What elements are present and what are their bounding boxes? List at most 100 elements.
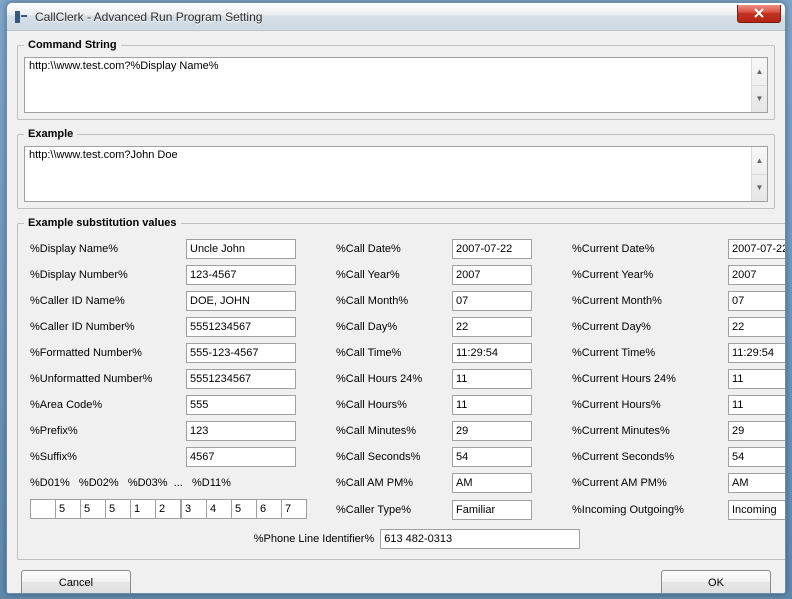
value-call-year[interactable] [452,265,532,285]
d-cells-row [30,499,296,521]
spin-up-icon[interactable]: ▲ [752,58,767,85]
label-current-day: %Current Day% [572,321,722,333]
value-display-name[interactable] [186,239,296,259]
label-display-name: %Display Name% [30,243,180,255]
group-command-string: Command String http:\\www.test.com?%Disp… [17,39,775,120]
ok-button[interactable]: OK [661,570,771,594]
value-call-date[interactable] [452,239,532,259]
value-current-min[interactable] [728,421,786,441]
value-formatted-number[interactable] [186,343,296,363]
value-current-year[interactable] [728,265,786,285]
example-wrap: http:\\www.test.com?John Doe ▲ ▼ [24,146,768,202]
spin-down-icon[interactable]: ▼ [752,174,767,202]
group-example-legend: Example [24,128,77,140]
label-call-year: %Call Year% [336,269,446,281]
substitution-grid: %Display Name% %Call Date% %Current Date… [30,239,786,521]
label-unformatted-number: %Unformatted Number% [30,373,180,385]
value-prefix[interactable] [186,421,296,441]
label-current-sec: %Current Seconds% [572,451,722,463]
value-caller-id-number[interactable] [186,317,296,337]
group-example: Example http:\\www.test.com?John Doe ▲ ▼ [17,128,775,209]
label-formatted-number: %Formatted Number% [30,347,180,359]
spin-up-icon[interactable]: ▲ [752,147,767,174]
label-call-ampm: %Call AM PM% [336,477,446,489]
d08-cell[interactable] [206,499,232,519]
close-button[interactable] [737,5,781,23]
d06-cell[interactable] [155,499,181,519]
value-suffix[interactable] [186,447,296,467]
label-current-month: %Current Month% [572,295,722,307]
value-current-ampm[interactable] [728,473,786,493]
label-current-time: %Current Time% [572,347,722,359]
label-caller-type: %Caller Type% [336,504,446,516]
value-current-time[interactable] [728,343,786,363]
app-icon [13,9,29,25]
phone-line-row: %Phone Line Identifier% [24,529,786,549]
d11-cell[interactable] [281,499,307,519]
label-current-h24: %Current Hours 24% [572,373,722,385]
label-current-date: %Current Date% [572,243,722,255]
value-phone-line[interactable] [380,529,580,549]
d04-cell[interactable] [105,499,131,519]
example-output: http:\\www.test.com?John Doe [25,147,751,201]
label-current-min: %Current Minutes% [572,425,722,437]
label-caller-id-name: %Caller ID Name% [30,295,180,307]
d05-cell[interactable] [130,499,156,519]
example-spin[interactable]: ▲ ▼ [751,147,767,201]
label-call-min: %Call Minutes% [336,425,446,437]
command-string-input[interactable]: http:\\www.test.com?%Display Name% [25,58,751,112]
value-caller-id-name[interactable] [186,291,296,311]
label-call-date: %Call Date% [336,243,446,255]
value-caller-type[interactable] [452,500,532,520]
label-call-h24: %Call Hours 24% [336,373,446,385]
value-current-month[interactable] [728,291,786,311]
label-display-number: %Display Number% [30,269,180,281]
value-current-date[interactable] [728,239,786,259]
label-d-header: %D01% %D02% %D03% ... %D11% [30,477,296,489]
d01-cell[interactable] [30,499,56,519]
label-call-hours: %Call Hours% [336,399,446,411]
value-call-month[interactable] [452,291,532,311]
label-call-day: %Call Day% [336,321,446,333]
label-call-sec: %Call Seconds% [336,451,446,463]
titlebar[interactable]: CallClerk - Advanced Run Program Setting [7,3,785,31]
group-subs-legend: Example substitution values [24,217,181,229]
value-current-day[interactable] [728,317,786,337]
label-current-year: %Current Year% [572,269,722,281]
dialog-window: CallClerk - Advanced Run Program Setting… [6,2,786,594]
client-area: Command String http:\\www.test.com?%Disp… [7,31,785,593]
label-phone-line: %Phone Line Identifier% [254,533,374,545]
label-suffix: %Suffix% [30,451,180,463]
label-area-code: %Area Code% [30,399,180,411]
spin-down-icon[interactable]: ▼ [752,85,767,113]
d07-cell[interactable] [181,499,207,519]
value-call-h24[interactable] [452,369,532,389]
value-unformatted-number[interactable] [186,369,296,389]
command-spin[interactable]: ▲ ▼ [751,58,767,112]
d09-cell[interactable] [231,499,257,519]
value-call-hours[interactable] [452,395,532,415]
value-current-hours[interactable] [728,395,786,415]
group-command-legend: Command String [24,39,121,51]
value-area-code[interactable] [186,395,296,415]
label-caller-id-number: %Caller ID Number% [30,321,180,333]
label-incoming-outgoing: %Incoming Outgoing% [572,504,722,516]
cancel-button[interactable]: Cancel [21,570,131,594]
label-call-month: %Call Month% [336,295,446,307]
value-incoming-outgoing[interactable] [728,500,786,520]
value-call-day[interactable] [452,317,532,337]
command-string-wrap: http:\\www.test.com?%Display Name% ▲ ▼ [24,57,768,113]
value-current-sec[interactable] [728,447,786,467]
value-call-time[interactable] [452,343,532,363]
window-title: CallClerk - Advanced Run Program Setting [35,10,737,24]
d02-cell[interactable] [55,499,81,519]
value-call-min[interactable] [452,421,532,441]
value-call-ampm[interactable] [452,473,532,493]
value-current-h24[interactable] [728,369,786,389]
d10-cell[interactable] [256,499,282,519]
label-current-hours: %Current Hours% [572,399,722,411]
d03-cell[interactable] [80,499,106,519]
group-substitution-values: Example substitution values %Display Nam… [17,217,786,560]
value-display-number[interactable] [186,265,296,285]
value-call-sec[interactable] [452,447,532,467]
